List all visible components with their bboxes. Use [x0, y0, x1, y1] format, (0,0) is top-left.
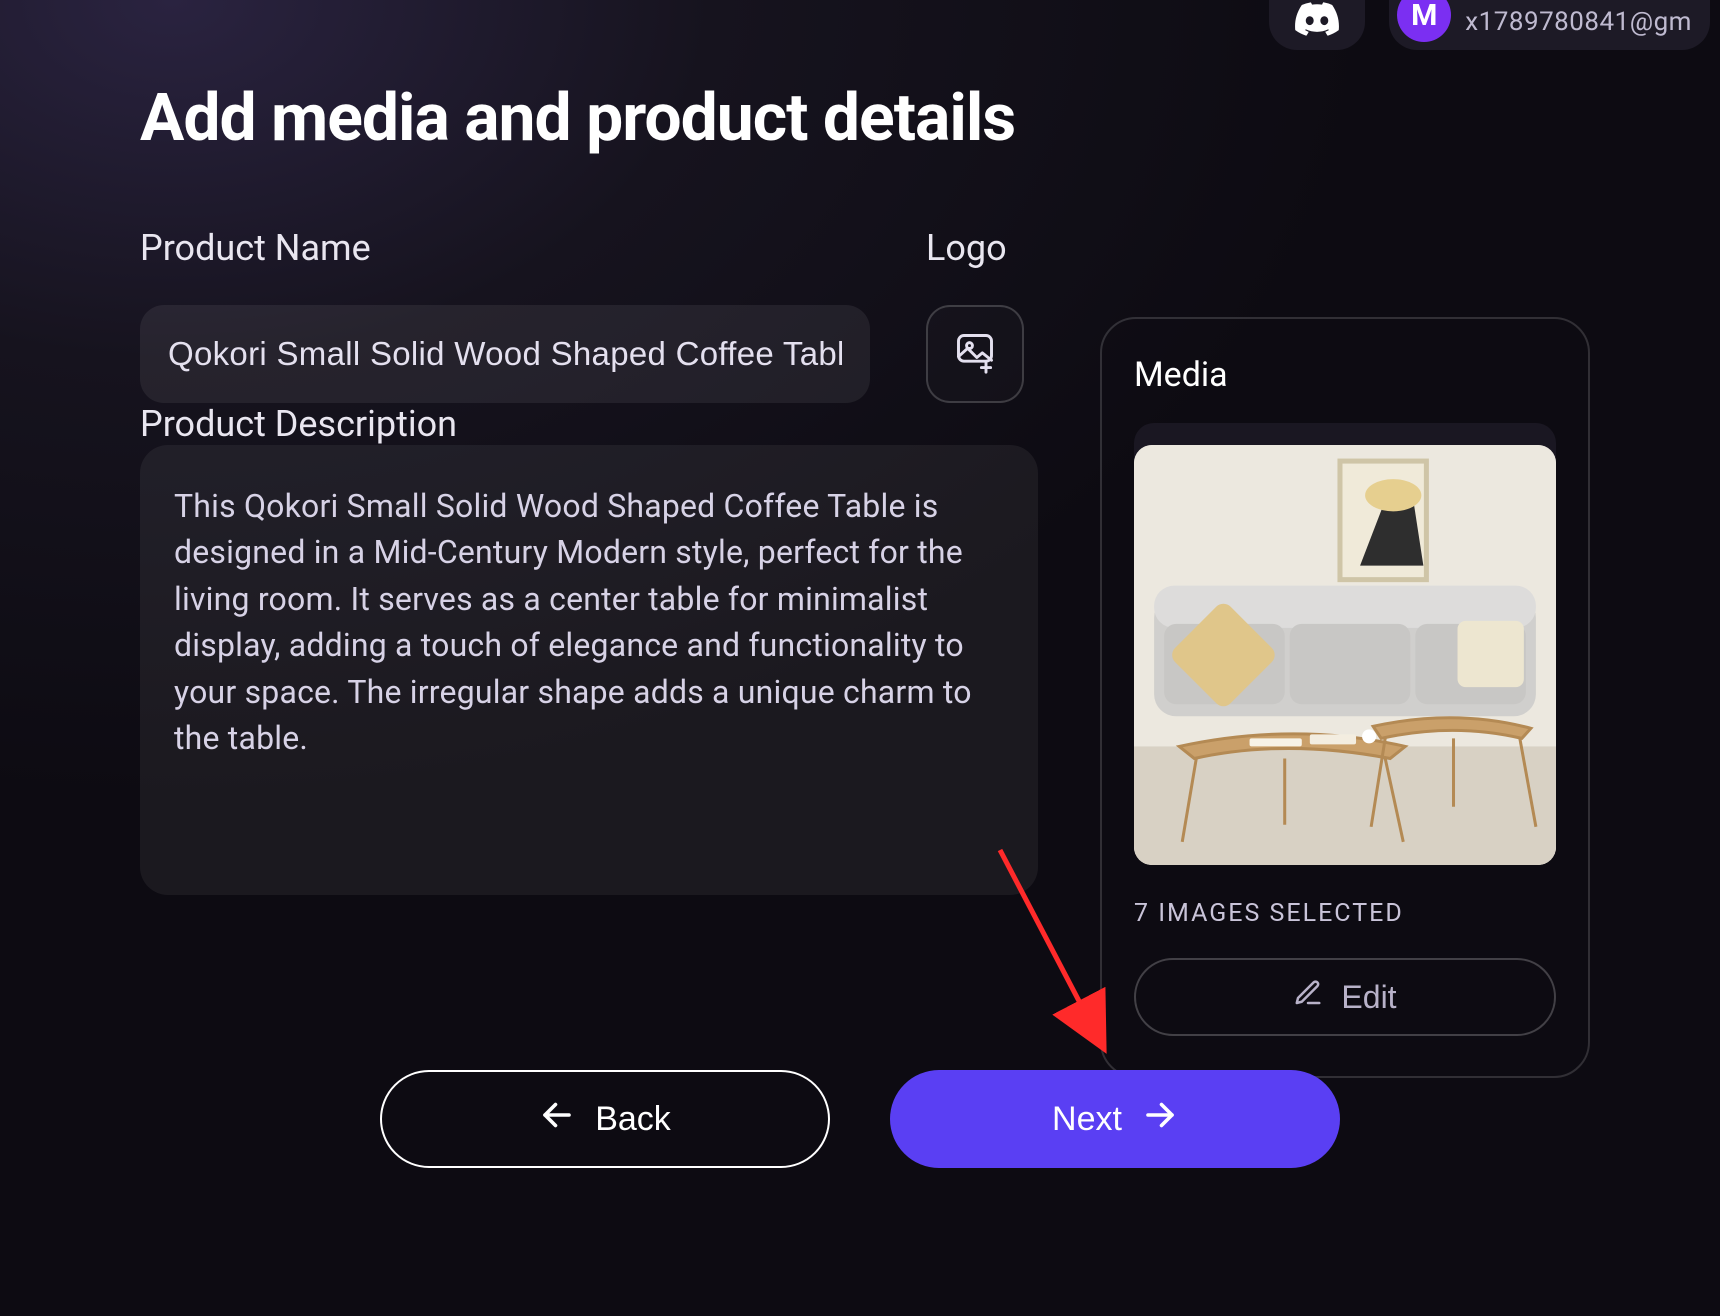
top-bar: M x1789780841@gm	[1269, 0, 1720, 50]
next-label: Next	[1052, 1100, 1122, 1139]
media-title: Media	[1134, 355, 1556, 395]
product-name-input[interactable]	[140, 305, 870, 403]
page-title: Add media and product details	[140, 80, 1640, 157]
back-label: Back	[595, 1100, 671, 1139]
back-button[interactable]: Back	[380, 1070, 830, 1168]
furniture-scene-icon	[1134, 445, 1556, 865]
media-selected-caption: 7 IMAGES SELECTED	[1134, 899, 1556, 928]
product-name-field: Product Name	[140, 227, 870, 403]
logo-upload-button[interactable]	[926, 305, 1024, 403]
media-preview-wrap	[1134, 423, 1556, 865]
arrow-right-icon	[1142, 1097, 1178, 1142]
user-menu[interactable]: M x1789780841@gm	[1389, 0, 1710, 50]
image-add-icon	[953, 330, 997, 378]
product-description-label: Product Description	[140, 403, 457, 445]
edit-media-button[interactable]: Edit	[1134, 958, 1556, 1036]
product-description-textarea[interactable]	[140, 445, 1038, 895]
product-name-label: Product Name	[140, 227, 870, 269]
left-column: Product Name Logo	[140, 227, 1040, 899]
media-card: Media	[1100, 317, 1590, 1078]
media-thumbnail[interactable]	[1134, 445, 1556, 865]
page: Add media and product details Product Na…	[140, 80, 1640, 1078]
columns: Product Name Logo	[140, 227, 1640, 1078]
logo-field: Logo	[926, 227, 1026, 403]
next-button[interactable]: Next	[890, 1070, 1340, 1168]
avatar-initial: M	[1411, 0, 1437, 33]
avatar: M	[1397, 0, 1451, 42]
user-email: x1789780841@gm	[1465, 7, 1692, 37]
nav-buttons: Back Next	[380, 1070, 1340, 1168]
arrow-left-icon	[539, 1097, 575, 1142]
edit-label: Edit	[1341, 979, 1396, 1016]
right-column: Media	[1100, 227, 1590, 1078]
row-name-logo: Product Name Logo	[140, 227, 1040, 403]
edit-icon	[1293, 978, 1323, 1016]
discord-icon	[1295, 2, 1339, 40]
discord-button[interactable]	[1269, 0, 1365, 50]
logo-label: Logo	[926, 227, 1026, 269]
